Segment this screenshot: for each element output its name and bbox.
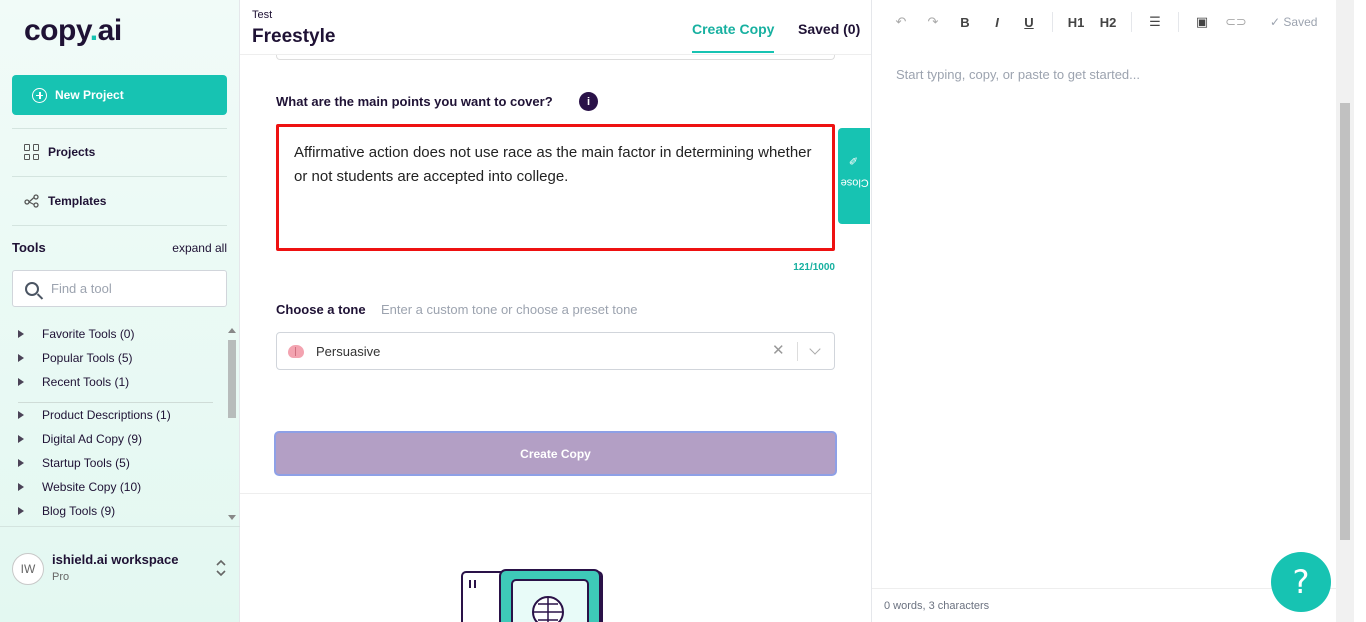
divider <box>1178 12 1179 32</box>
italic-button[interactable]: I <box>988 15 1006 30</box>
tone-label: Choose a tone <box>276 302 366 317</box>
tab-create-copy[interactable]: Create Copy <box>692 21 775 53</box>
tab-saved[interactable]: Saved (0) <box>798 21 860 37</box>
illustration <box>461 569 603 622</box>
main-panel: Test Freestyle Create Copy Saved (0) Wha… <box>240 0 872 622</box>
character-counter: 121/1000 <box>793 262 835 273</box>
underline-button[interactable]: U <box>1020 15 1038 30</box>
expand-all-link[interactable]: expand all <box>172 241 227 255</box>
redo-icon[interactable]: ↷ <box>924 14 942 30</box>
bullet-list-icon[interactable]: ☰ <box>1146 14 1164 30</box>
divider <box>1052 12 1053 32</box>
sidebar-item-projects[interactable]: Projects <box>24 142 95 162</box>
caret-right-icon <box>18 483 24 491</box>
tone-value: Persuasive <box>316 343 381 359</box>
status-bar: 0 words, 3 characters <box>872 588 1336 622</box>
tool-category[interactable]: Popular Tools (5) <box>12 346 227 370</box>
clear-icon[interactable]: ✕ <box>772 341 785 359</box>
divider <box>1131 12 1132 32</box>
divider <box>12 176 227 177</box>
tools-header: Tools expand all <box>12 240 227 255</box>
sidebar: copy.ai New Project Projects Templates T… <box>0 0 240 622</box>
editor-toolbar: ↶ ↷ B I U H1 H2 ☰ ▣ ⊂⊃ <box>872 0 1336 44</box>
caret-right-icon <box>18 378 24 386</box>
divider <box>797 342 798 361</box>
link-icon[interactable]: ⊂⊃ <box>1225 14 1247 30</box>
caret-right-icon <box>18 435 24 443</box>
caret-right-icon <box>18 411 24 419</box>
divider <box>18 394 213 403</box>
bold-button[interactable]: B <box>956 15 974 30</box>
new-project-label: New Project <box>55 88 124 102</box>
divider <box>12 128 227 129</box>
undo-icon[interactable]: ↶ <box>892 14 910 30</box>
new-project-button[interactable]: New Project <box>12 75 227 115</box>
caret-right-icon <box>18 354 24 362</box>
editor-scroll-thumb[interactable] <box>1340 103 1350 540</box>
tool-category[interactable]: Startup Tools (5) <box>12 451 227 475</box>
tool-category[interactable]: Digital Ad Copy (9) <box>12 427 227 451</box>
caret-right-icon <box>18 330 24 338</box>
editor-placeholder[interactable]: Start typing, copy, or paste to get star… <box>896 67 1140 82</box>
tool-category[interactable]: Favorite Tools (0) <box>12 322 227 346</box>
top-bar: Test Freestyle Create Copy Saved (0) <box>240 0 871 55</box>
create-copy-button[interactable]: Create Copy <box>274 431 837 476</box>
word-count: 0 words, 3 characters <box>884 600 990 612</box>
plus-circle-icon <box>32 87 47 103</box>
tool-category[interactable]: Website Copy (10) <box>12 475 227 499</box>
main-points-label: What are the main points you want to cov… <box>276 94 553 109</box>
tools-title: Tools <box>12 240 46 255</box>
close-panel-button[interactable]: Close ✎ <box>838 128 870 224</box>
h2-button[interactable]: H2 <box>1099 15 1117 30</box>
divider <box>12 225 227 226</box>
app-root: copy.ai New Project Projects Templates T… <box>0 0 1366 622</box>
divider <box>240 493 871 494</box>
tool-search[interactable] <box>12 270 227 307</box>
image-icon[interactable]: ▣ <box>1193 14 1211 30</box>
tool-list-scroll-thumb[interactable] <box>228 340 236 418</box>
tool-category[interactable]: Recent Tools (1) <box>12 370 227 394</box>
caret-right-icon <box>18 507 24 515</box>
saved-indicator: ✓ Saved <box>1270 15 1318 29</box>
scroll-down-icon[interactable] <box>228 515 236 520</box>
caret-right-icon <box>18 459 24 467</box>
grid-icon <box>24 144 40 160</box>
page-title: Freestyle <box>252 26 336 47</box>
tool-list: Favorite Tools (0) Popular Tools (5) Rec… <box>12 322 227 522</box>
info-icon[interactable]: i <box>579 92 598 111</box>
tone-select[interactable]: Persuasive ✕ <box>276 332 835 370</box>
editor-panel: ↶ ↷ B I U H1 H2 ☰ ▣ ⊂⊃ ✓ Saved Start typ… <box>872 0 1366 622</box>
tool-category[interactable]: Product Descriptions (1) <box>12 403 227 427</box>
scroll-up-icon[interactable] <box>228 328 236 333</box>
workspace-plan: Pro <box>52 571 70 583</box>
tone-hint: Enter a custom tone or choose a preset t… <box>381 302 638 317</box>
workspace-name: ishield.ai workspace <box>52 552 179 567</box>
search-input[interactable] <box>51 281 201 296</box>
h1-button[interactable]: H1 <box>1067 15 1085 30</box>
copyai-logo[interactable]: copy.ai <box>24 14 122 48</box>
tool-category[interactable]: Blog Tools (9) <box>12 499 227 522</box>
workspace-switcher[interactable]: IW ishield.ai workspace Pro <box>0 526 240 622</box>
templates-icon <box>24 194 39 208</box>
main-points-textarea[interactable]: Affirmative action does not use race as … <box>276 124 835 251</box>
search-icon <box>25 281 39 296</box>
chevron-down-icon[interactable] <box>809 343 821 355</box>
breadcrumb[interactable]: Test <box>252 9 272 21</box>
close-label: Close <box>840 176 869 189</box>
sidebar-item-templates[interactable]: Templates <box>24 191 106 211</box>
help-button[interactable]: ? <box>1271 552 1331 612</box>
avatar: IW <box>12 553 44 585</box>
chevron-updown-icon[interactable] <box>215 559 227 577</box>
brain-icon <box>288 344 304 358</box>
